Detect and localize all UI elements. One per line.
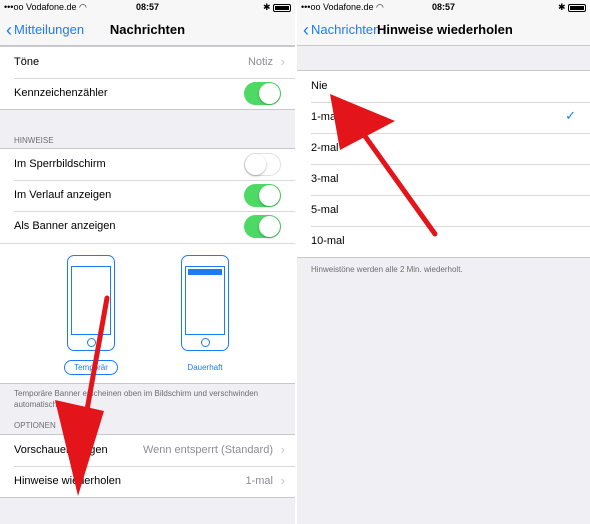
navigation-bar: ‹ Nachrichten Hinweise wiederholen [297, 14, 590, 46]
toggle-knob [259, 216, 280, 237]
battery-icon [273, 3, 291, 12]
toggle-knob [259, 185, 280, 206]
repeat-footer: Hinweistöne werden alle 2 Min. wiederhol… [311, 265, 463, 274]
clock: 08:57 [431, 2, 456, 12]
toggle-knob [259, 83, 280, 104]
clock: 08:57 [135, 2, 160, 12]
chevron-right-icon: › [280, 442, 285, 457]
lock-screen-toggle[interactable] [244, 153, 281, 176]
row-label: Töne [14, 56, 40, 68]
row-label: Hinweise wiederholen [14, 475, 122, 487]
banner-style-persistent-label[interactable]: Dauerhaft [178, 363, 232, 372]
row-label: Als Banner anzeigen [14, 220, 116, 232]
status-bar: •••oo Vodafone.de ◠ 08:57 ✱ [0, 0, 295, 14]
option-label: Nie [311, 80, 328, 92]
toggle-knob [245, 154, 266, 175]
row-banners: Als Banner anzeigen [0, 211, 295, 242]
row-label: Vorschauen zeigen [14, 444, 108, 456]
row-lock-screen: Im Sperrbildschirm [0, 149, 295, 180]
back-button[interactable]: ‹ Nachrichten [303, 20, 380, 40]
navigation-bar: ‹ Mitteilungen Nachrichten [0, 14, 295, 46]
row-value: 1-mal [245, 475, 273, 487]
option-ten-times[interactable]: 10-mal [297, 226, 590, 257]
row-label: Im Verlauf anzeigen [14, 189, 112, 201]
banner-footer: Temporäre Banner erscheinen oben im Bild… [14, 389, 259, 409]
banner-preview [188, 269, 222, 275]
option-label: 2-mal [311, 142, 339, 154]
banner-style-persistent[interactable] [181, 255, 229, 351]
history-toggle[interactable] [244, 184, 281, 207]
option-five-times[interactable]: 5-mal [297, 195, 590, 226]
row-value: Wenn entsperrt (Standard) [142, 444, 273, 456]
home-button-icon [87, 338, 96, 347]
bluetooth-icon: ✱ [557, 2, 566, 12]
option-label: 3-mal [311, 173, 339, 185]
option-never[interactable]: Nie [297, 71, 590, 102]
banner-style-temporary[interactable] [67, 255, 115, 351]
row-label: Kennzeichenzähler [14, 87, 108, 99]
row-history: Im Verlauf anzeigen [0, 180, 295, 211]
options-group: Vorschauen zeigen Wenn entsperrt (Standa… [0, 434, 295, 498]
bluetooth-icon: ✱ [262, 2, 271, 12]
option-three-times[interactable]: 3-mal [297, 164, 590, 195]
section-header-options: OPTIONEN [14, 421, 56, 430]
notifications-settings-screen: •••oo Vodafone.de ◠ 08:57 ✱ ‹ Mitteilunge… [0, 0, 295, 524]
banner-style-temporary-label[interactable]: Temporär [64, 360, 118, 375]
repeat-options-list: Nie 1-mal ✓ 2-mal 3-mal 5-mal 10-mal [297, 70, 590, 258]
row-label: Im Sperrbildschirm [14, 158, 106, 170]
row-badge-app-icon: Kennzeichenzähler [0, 78, 295, 109]
row-show-previews[interactable]: Vorschauen zeigen Wenn entsperrt (Standa… [0, 435, 295, 466]
row-value: Notiz [247, 56, 273, 68]
status-bar: •••oo Vodafone.de ◠ 08:57 ✱ [297, 0, 590, 14]
row-sounds[interactable]: Töne Notiz › [0, 47, 295, 78]
phone-screen [185, 266, 225, 335]
option-once[interactable]: 1-mal ✓ [297, 102, 590, 133]
option-twice[interactable]: 2-mal [297, 133, 590, 164]
sounds-badge-group: Töne Notiz › Kennzeichenzähler [0, 46, 295, 110]
alerts-group: Im Sperrbildschirm Im Verlauf anzeigen A… [0, 148, 295, 384]
page-title: Hinweise wiederholen [377, 22, 513, 37]
badge-toggle[interactable] [244, 82, 281, 105]
banners-toggle[interactable] [244, 215, 281, 238]
chevron-right-icon: › [280, 54, 285, 69]
divider [0, 243, 295, 244]
option-label: 1-mal [311, 111, 339, 123]
battery-icon [568, 3, 586, 12]
chevron-left-icon: ‹ [303, 20, 309, 40]
page-title: Nachrichten [109, 22, 186, 37]
phone-screen [71, 266, 111, 335]
chevron-right-icon: › [280, 473, 285, 488]
option-label: 10-mal [311, 235, 345, 247]
section-header-alerts: HINWEISE [14, 136, 54, 145]
option-label: 5-mal [311, 204, 339, 216]
checkmark-icon: ✓ [565, 108, 576, 123]
row-repeat-alerts[interactable]: Hinweise wiederholen 1-mal › [0, 466, 295, 497]
repeat-alerts-screen: •••oo Vodafone.de ◠ 08:57 ✱ ‹ Nachrichten… [297, 0, 590, 524]
home-button-icon [201, 338, 210, 347]
